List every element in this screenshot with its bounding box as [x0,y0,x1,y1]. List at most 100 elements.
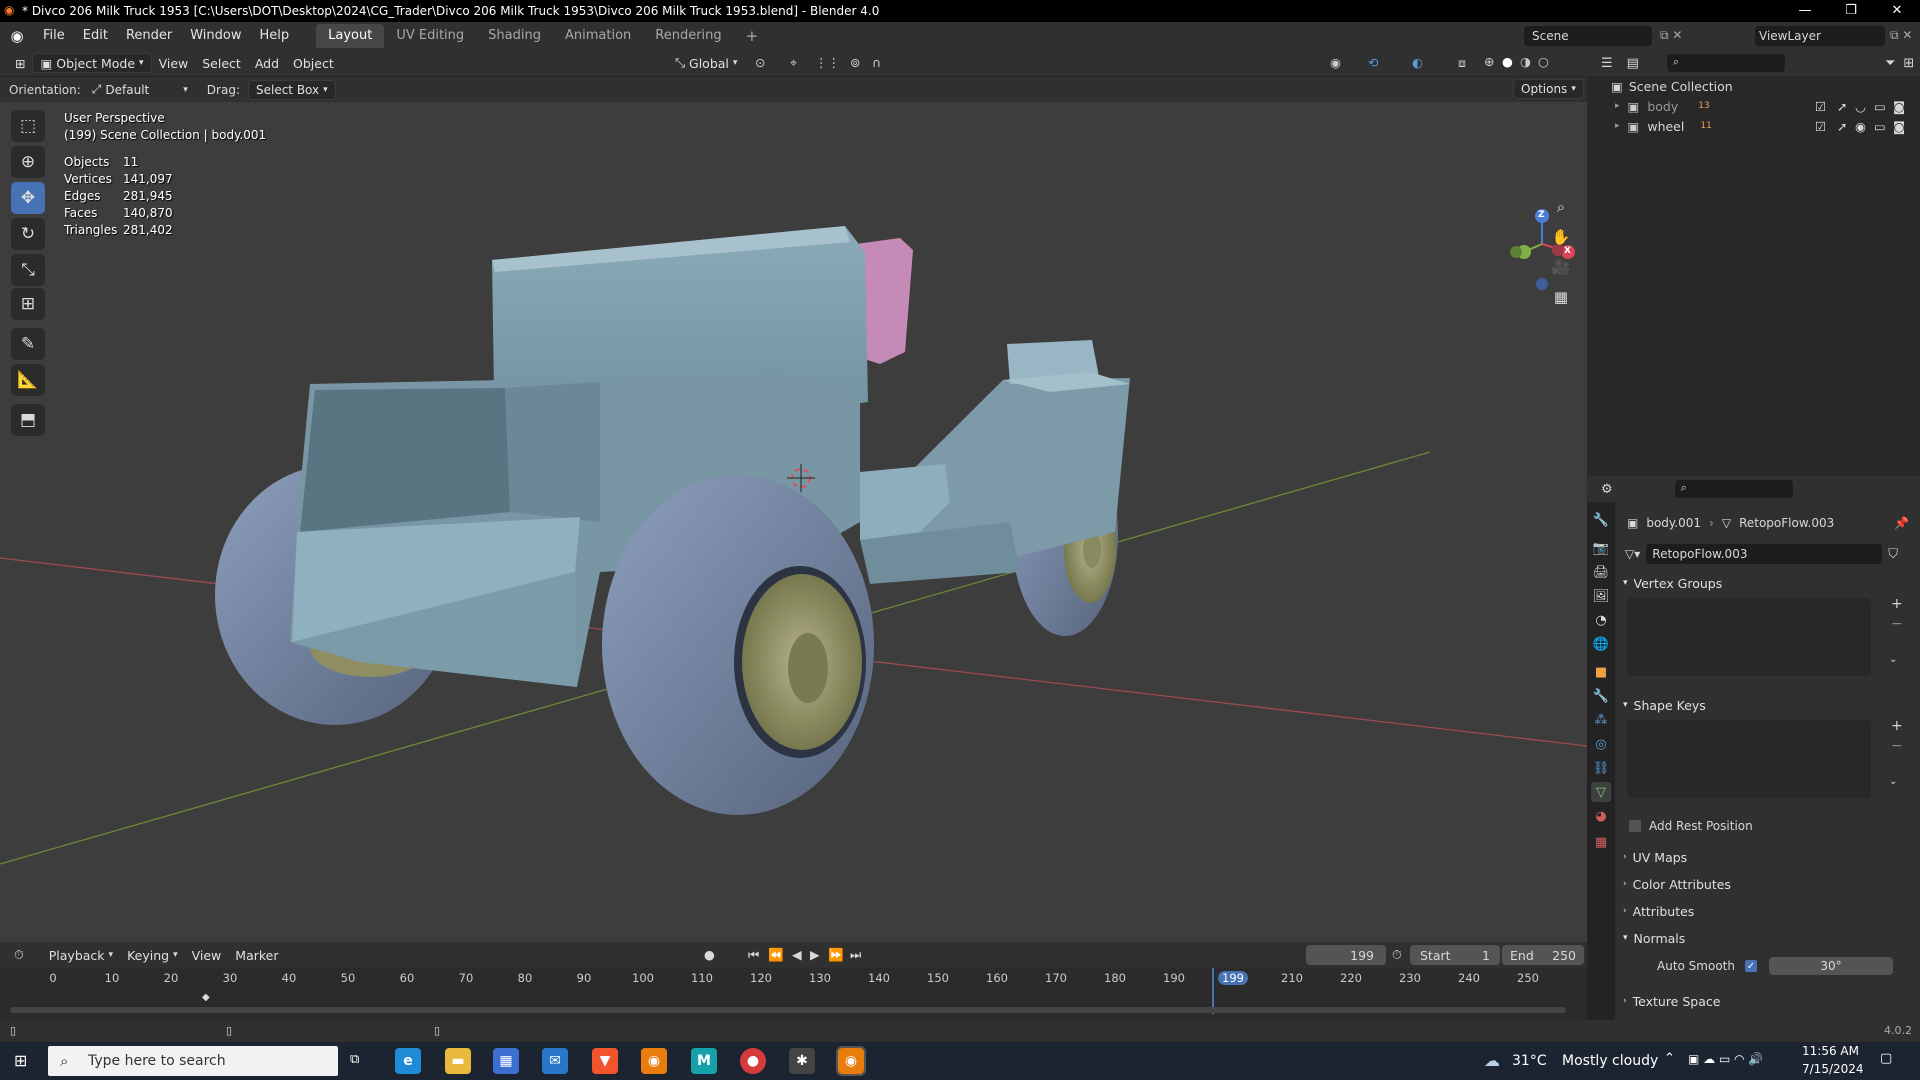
pin-icon[interactable]: 📌 [1894,516,1909,530]
ortho-toggle-button[interactable]: ▦ [1548,284,1574,310]
prev-keyframe-icon[interactable]: ⏪ [768,947,784,963]
vertex-group-menu-icon[interactable]: ⌄ [1889,654,1897,665]
maximize-button[interactable]: ❐ [1828,0,1874,22]
drag-selector[interactable]: Select Box ▾ [247,79,336,100]
stopwatch-icon[interactable]: ⏱ [1392,947,1402,963]
solid-shading-icon[interactable]: ● [1502,54,1513,69]
keyframe-icon[interactable]: ◆ [202,992,210,1003]
m-app-icon[interactable]: M [691,1048,717,1074]
modifier-tab-icon[interactable]: 🔧 [1591,686,1611,706]
measure-tool-button[interactable]: 📐 [11,364,45,396]
tab-rendering[interactable]: Rendering [643,24,733,48]
auto-smooth-angle-field[interactable]: 30° [1768,957,1893,975]
jump-end-icon[interactable]: ⏭ [850,947,861,963]
gizmo-toggle-icon[interactable]: ⟲ [1368,55,1378,70]
auto-smooth-checkbox[interactable]: ✓ [1744,960,1757,972]
add-rest-position-row[interactable]: Add Rest Position [1629,819,1753,833]
3d-viewport[interactable]: Z X ⬚ ⊕ ✥ ↻ ⤡ ⊞ ✎ 📐 ⬒ User Perspective (… [0,102,1587,942]
file-explorer-icon[interactable]: ▬ [445,1048,471,1074]
menu-select[interactable]: Select [195,53,248,73]
render-tab-icon[interactable]: 📷 [1591,538,1611,558]
timeline-marker-menu[interactable]: Marker [228,945,285,965]
properties-search-input[interactable]: ⌕ [1674,480,1793,498]
monitor-icon[interactable]: ▭ [1874,119,1886,134]
windows-start-icon[interactable]: ⊞ [14,1051,27,1070]
material-shading-icon[interactable]: ◑ [1520,54,1531,69]
blender-active-icon[interactable]: ◉ [836,1046,866,1076]
visibility-icon[interactable]: ◉ [1330,55,1341,70]
shape-keys-panel-header[interactable]: ▾ Shape Keys [1619,694,1915,716]
options-button[interactable]: Options ▾ [1513,79,1584,99]
pivot-icon[interactable]: ⊙ [755,55,765,70]
output-tab-icon[interactable]: 🖨 [1591,562,1611,582]
blender-taskbar-icon[interactable]: ◉ [641,1048,667,1074]
select-arrow-icon[interactable]: ➚ [1837,99,1847,114]
orientation-selector[interactable]: ⤢ Default ▾ [85,80,195,100]
rotate-tool-button[interactable]: ↻ [11,218,45,250]
attributes-panel-header[interactable]: › Attributes [1619,900,1915,922]
red-app-icon[interactable]: ● [740,1048,766,1074]
outliner-search-input[interactable]: ⌕ [1666,54,1785,72]
transform-tool-button[interactable]: ⊞ [11,288,45,320]
play-icon[interactable]: ▶ [810,947,820,962]
snap-icon[interactable]: ⌖ [790,55,797,71]
menu-edit[interactable]: Edit [74,22,117,50]
outliner-scene-collection[interactable]: ▣ Scene Collection [1587,76,1920,96]
scene-tab-icon[interactable]: ◔ [1591,610,1611,630]
monitor-icon[interactable]: ▭ [1874,99,1886,114]
current-frame-field[interactable]: 199 [1306,945,1386,965]
timeline-editor-icon[interactable]: ⏱ [14,947,24,963]
camera-render-icon[interactable]: ◙ [1893,99,1905,114]
physics-tab-icon[interactable]: ◎ [1591,734,1611,754]
cursor-tool-button[interactable]: ⊕ [11,146,45,178]
start-frame-field[interactable]: Start 1 [1410,945,1500,965]
menu-view[interactable]: View [152,53,196,73]
mesh-datablock-field[interactable]: ▽▾ RetopoFlow.003 ⛉ [1625,544,1915,564]
menu-window[interactable]: Window [181,22,250,50]
select-arrow-icon[interactable]: ➚ [1837,119,1847,134]
xray-icon[interactable]: ⧈ [1458,55,1466,71]
constraints-tab-icon[interactable]: ⛓ [1591,758,1611,778]
scene-selector[interactable]: Scene [1524,26,1652,46]
tab-uv-editing[interactable]: UV Editing [384,24,476,48]
taskbar-search-input[interactable]: ⌕ Type here to search [48,1046,338,1076]
shape-key-menu-icon[interactable]: ⌄ [1889,776,1897,787]
menu-file[interactable]: File [34,22,74,50]
clock-date[interactable]: 7/15/2024 [1802,1062,1864,1076]
scene-actions-icon[interactable]: ⧉ ✕ [1660,28,1682,43]
tab-layout[interactable]: Layout [316,24,385,48]
expand-icon[interactable]: ▸ [1615,121,1620,131]
tray-chevron-icon[interactable]: ⌃ [1664,1051,1675,1066]
next-keyframe-icon[interactable]: ⏩ [828,947,844,963]
minimize-button[interactable]: — [1782,0,1828,22]
remove-shape-key-button[interactable]: − [1891,738,1903,754]
material-tab-icon[interactable]: ◕ [1591,806,1611,826]
outliner-item-body[interactable]: ▸ ▣ body 13 ☑ ➚ ◡ ▭ ◙ [1587,96,1920,116]
view-layer-tab-icon[interactable]: 🖼 [1591,586,1611,606]
checkbox-icon[interactable]: ☑ [1815,99,1826,114]
store-app-icon[interactable]: ▦ [493,1048,519,1074]
normals-panel-header[interactable]: ▾ Normals [1619,927,1915,949]
eye-icon[interactable]: ◉ [1855,119,1866,134]
tray-icons[interactable]: ▣ ☁ ▭ ◠ 🔊 [1688,1052,1763,1066]
overlay-toggle-icon[interactable]: ◐ [1412,55,1423,70]
timeline-scrollbar[interactable] [10,1007,1566,1013]
fake-user-icon[interactable]: ⛉ [1888,547,1898,562]
menu-render[interactable]: Render [117,22,181,50]
breadcrumb-mesh[interactable]: RetopoFlow.003 [1739,516,1834,530]
add-shape-key-button[interactable]: + [1891,718,1903,734]
vertex-groups-panel-header[interactable]: ▾ Vertex Groups [1619,572,1915,594]
annotate-tool-button[interactable]: ✎ [11,328,45,360]
falloff-icon[interactable]: ∩ [872,55,881,70]
edge-app-icon[interactable]: e [395,1048,421,1074]
add-cube-tool-button[interactable]: ⬒ [11,404,45,436]
menu-help[interactable]: Help [251,22,299,50]
filter-icon[interactable]: ⏷ [1885,56,1895,71]
snap-target-icon[interactable]: ⋮⋮ [815,55,840,70]
mesh-name-input[interactable]: RetopoFlow.003 [1646,544,1883,564]
scale-tool-button[interactable]: ⤡ [11,254,45,286]
new-collection-icon[interactable]: ⊞ [1903,56,1914,71]
breadcrumb-object[interactable]: body.001 [1646,516,1701,530]
select-tool-button[interactable]: ⬚ [11,110,45,142]
texture-space-panel-header[interactable]: › Texture Space [1619,990,1915,1012]
